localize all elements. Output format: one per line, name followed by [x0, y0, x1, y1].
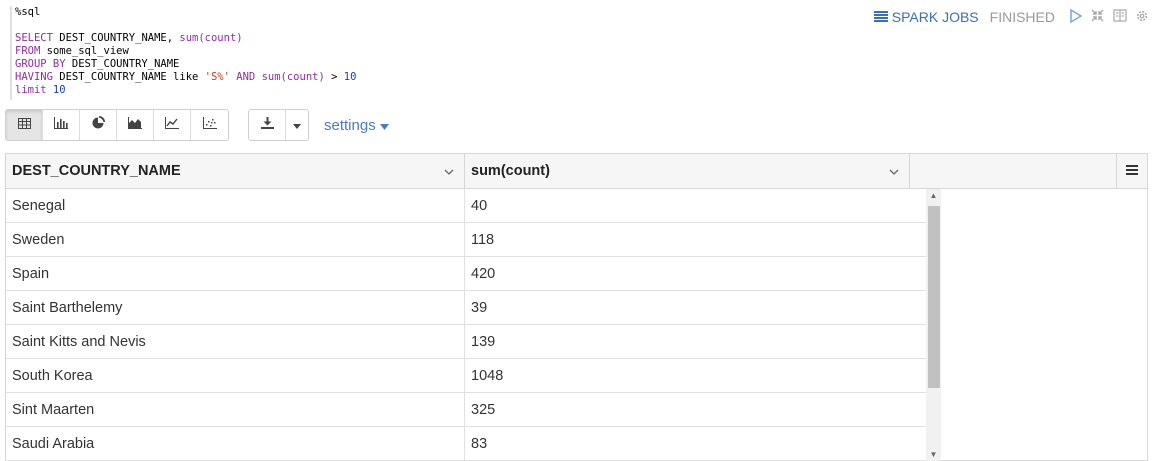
sql-keyword: GROUP BY	[15, 58, 66, 70]
hide-editor-icon[interactable]	[1090, 9, 1105, 25]
caret-down-icon	[293, 116, 301, 134]
sql-function: sum(count)	[261, 71, 325, 83]
cell-country: Saudi Arabia	[6, 427, 465, 460]
code-editor[interactable]: %sql SELECT DEST_COUNTRY_NAME, sum(count…	[10, 6, 615, 100]
download-group	[248, 109, 309, 141]
visualization-toolbar: settings	[5, 109, 389, 141]
sql-keyword: FROM	[15, 45, 41, 57]
scroll-up-arrow-icon[interactable]: ▲	[926, 191, 941, 200]
column-header-dest-country[interactable]: DEST_COUNTRY_NAME	[6, 154, 465, 188]
hamburger-menu-icon	[1126, 162, 1138, 180]
table-header: DEST_COUNTRY_NAME sum(count)	[6, 154, 1147, 189]
cell-country: Sweden	[6, 223, 465, 256]
scatter-chart-icon	[202, 116, 217, 134]
download-button[interactable]	[249, 110, 286, 140]
cell-sum-count: 1048	[471, 367, 504, 384]
area-chart-button[interactable]	[117, 110, 154, 140]
table-row[interactable]: South Korea 1048	[6, 359, 926, 393]
table-body: Senegal 40 Sweden 118 Spain 420 Saint Barthele…	[6, 189, 926, 461]
sql-function: sum(count)	[179, 32, 243, 44]
chart-type-group	[5, 109, 229, 141]
chevron-down-icon[interactable]	[444, 163, 454, 179]
bar-chart-icon	[54, 116, 68, 134]
sql-keyword: AND	[229, 71, 262, 83]
table-row[interactable]: Saint Barthelemy 39	[6, 291, 926, 325]
grid-menu-button[interactable]	[1116, 154, 1147, 188]
cell-sum-count: 325	[471, 401, 496, 418]
status-badge: FINISHED	[989, 9, 1055, 25]
settings-label: settings	[324, 116, 376, 134]
book-icon[interactable]	[1112, 9, 1127, 25]
sql-text: DEST_COUNTRY_NAME	[65, 58, 180, 70]
table-row[interactable]: Senegal 40	[6, 189, 926, 223]
sql-number: 10	[46, 84, 66, 96]
table-view-button[interactable]	[6, 110, 43, 140]
paragraph-status-bar: SPARK JOBS FINISHED	[873, 8, 1149, 26]
spark-jobs-link[interactable]: SPARK JOBS	[873, 9, 979, 25]
sql-text: some_sql_view	[40, 45, 129, 57]
chevron-down-icon[interactable]	[889, 163, 899, 179]
gear-icon[interactable]	[1134, 9, 1149, 26]
spark-jobs-label: SPARK JOBS	[891, 9, 979, 25]
sql-number: 10	[343, 71, 357, 83]
area-chart-icon	[128, 116, 142, 134]
sql-keyword: HAVING	[15, 71, 53, 83]
cell-country: Sint Maarten	[6, 393, 465, 426]
cell-country: Saint Barthelemy	[6, 291, 465, 324]
cell-sum-count: 420	[471, 265, 496, 282]
magic-line: %sql	[15, 6, 41, 18]
bar-chart-button[interactable]	[43, 110, 80, 140]
cell-sum-count: 83	[471, 435, 488, 452]
table-row[interactable]: Saint Kitts and Nevis 139	[6, 325, 926, 359]
line-chart-icon	[165, 116, 179, 134]
download-icon	[260, 116, 274, 134]
sql-operator: >	[324, 71, 344, 83]
sql-text: DEST_COUNTRY_NAME like	[52, 71, 205, 83]
pie-chart-button[interactable]	[80, 110, 117, 140]
sql-text: DEST_COUNTRY_NAME,	[52, 32, 180, 44]
cell-sum-count: 40	[471, 197, 488, 214]
cell-sum-count: 118	[471, 231, 495, 248]
vertical-scrollbar[interactable]: ▲ ▼	[926, 189, 941, 461]
cell-sum-count: 139	[471, 333, 496, 350]
cell-country: Senegal	[6, 189, 465, 222]
table-icon	[17, 116, 31, 134]
column-header-label: sum(count)	[471, 163, 550, 179]
download-dropdown-toggle[interactable]	[286, 110, 308, 140]
table-row[interactable]: Sweden 118	[6, 223, 926, 257]
sql-string: 'S%'	[204, 71, 230, 83]
cell-country: South Korea	[6, 359, 465, 392]
column-header-sum-count[interactable]: sum(count)	[465, 154, 910, 188]
scrollbar-thumb[interactable]	[928, 206, 940, 388]
caret-down-icon	[379, 117, 389, 134]
table-row[interactable]: Sint Maarten 325	[6, 393, 926, 427]
sql-keyword: limit	[15, 84, 47, 96]
settings-toggle[interactable]: settings	[324, 117, 389, 134]
result-table: DEST_COUNTRY_NAME sum(count) Senegal 40 Sw…	[5, 153, 1148, 461]
line-chart-button[interactable]	[154, 110, 191, 140]
table-row[interactable]: Saudi Arabia 83	[6, 427, 926, 461]
pie-chart-icon	[92, 116, 105, 134]
table-row[interactable]: Spain 420	[6, 257, 926, 291]
cell-country: Spain	[6, 257, 465, 290]
scatter-chart-button[interactable]	[191, 110, 228, 140]
column-header-label: DEST_COUNTRY_NAME	[12, 163, 181, 179]
scroll-down-arrow-icon[interactable]: ▼	[926, 450, 941, 459]
run-icon[interactable]	[1068, 8, 1083, 26]
sql-keyword: SELECT	[15, 32, 53, 44]
spark-jobs-icon	[873, 9, 888, 25]
cell-country: Saint Kitts and Nevis	[6, 325, 465, 358]
cell-sum-count: 39	[471, 299, 488, 316]
